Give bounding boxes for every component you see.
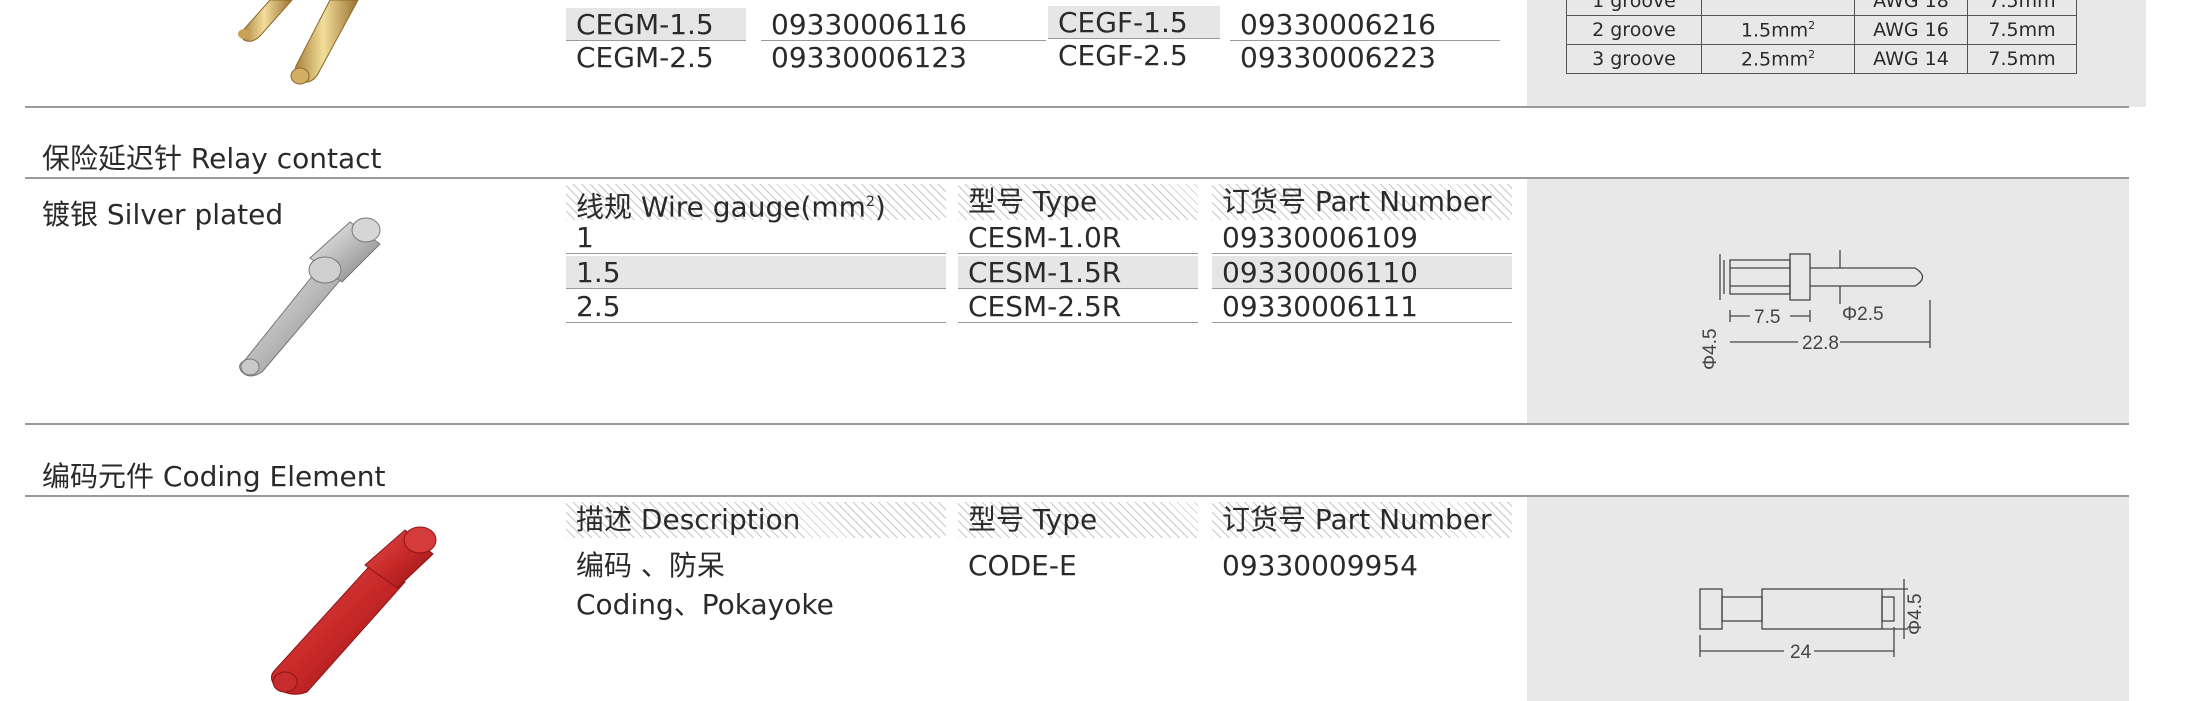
red-coding-element-image [271, 526, 437, 695]
female-type-cell: CEGF-2.5 [1058, 39, 1188, 72]
description-cn-cell: 编码 、防呆 [576, 549, 725, 582]
male-type-cell: CEGM-1.5 [566, 8, 746, 41]
male-part-cell: 09330006116 [761, 8, 1046, 41]
male-type-cell: CEGM-2.5 [576, 41, 714, 74]
female-type-cell: CEGF-1.5 [1048, 6, 1220, 39]
area-value: 2.5mm [1740, 48, 1809, 71]
part-number-cell: 09330006111 [1212, 290, 1512, 323]
description-en-cell: Coding、Pokayoke [576, 588, 834, 621]
length-cell: 7.5mm [1967, 15, 2077, 45]
female-part-cell: 09330006216 [1230, 8, 1500, 41]
coding-section-title: 编码元件 Coding Element [42, 460, 386, 493]
relay-section-title: 保险延迟针 Relay contact [42, 142, 382, 175]
dim-dia-4-5: Φ4.5 [1905, 593, 1926, 635]
area-cell [1701, 0, 1855, 16]
type-cell: CESM-1.0R [958, 221, 1198, 254]
part-number-cell: 09330009954 [1222, 549, 1418, 582]
area-sup: 2 [1808, 18, 1816, 32]
wire-gauge-cell: 1 [566, 221, 946, 254]
groove-cell: 2 groove [1566, 15, 1702, 45]
type-cell: CESM-2.5R [958, 290, 1198, 323]
female-part-cell: 09330006223 [1240, 41, 1436, 74]
wire-gauge-header-text: 线规 Wire gauge(mm [576, 190, 866, 224]
awg-cell: AWG 14 [1854, 44, 1968, 74]
part-number-cell: 09330006109 [1212, 221, 1512, 254]
area-cell: 2.5mm2 [1701, 44, 1855, 74]
section-divider [25, 106, 2129, 108]
part-number-cell: 09330006110 [1212, 256, 1512, 289]
type-header: 型号 Type [958, 502, 1198, 538]
wire-gauge-header-end: ) [874, 190, 886, 224]
part-number-header: 订货号 Part Number [1212, 184, 1512, 220]
table-row: 2 groove 1.5mm2 AWG 16 7.5mm [1566, 15, 2077, 45]
area-value: 1.5mm [1740, 19, 1809, 42]
part-number-header: 订货号 Part Number [1212, 502, 1512, 538]
area-sup: 2 [1808, 47, 1816, 61]
groove-cell: 3 groove [1566, 44, 1702, 74]
type-header: 型号 Type [958, 184, 1198, 220]
wire-gauge-header-sup: 2 [865, 194, 875, 210]
area-cell: 1.5mm2 [1701, 15, 1855, 45]
dim-24: 24 [1790, 642, 1812, 663]
dim-dia-4-5: Φ4.5 [1700, 328, 1721, 370]
gold-contact-pins-image [238, 0, 359, 85]
groove-spec-table: 1 groove AWG 18 7.5mm 2 groove 1.5mm2 AW… [1566, 0, 2077, 74]
dim-7-5: 7.5 [1754, 307, 1780, 328]
wire-gauge-cell: 2.5 [566, 290, 946, 323]
description-header: 描述 Description [566, 502, 946, 538]
groove-cell: 1 groove [1566, 0, 1702, 16]
type-cell: CODE-E [968, 549, 1077, 582]
length-cell: 7.5mm [1967, 44, 2077, 74]
table-row: 1 groove AWG 18 7.5mm [1566, 0, 2077, 16]
silver-relay-pin-image [239, 217, 381, 377]
table-row: 3 groove 2.5mm2 AWG 14 7.5mm [1566, 44, 2077, 74]
awg-cell: AWG 16 [1854, 15, 1968, 45]
relay-pin-drawing: 7.5 Φ2.5 22.8 Φ4.5 [1700, 250, 1931, 370]
coding-element-drawing: 24 Φ4.5 [1699, 579, 1926, 663]
type-cell: CESM-1.5R [958, 256, 1198, 289]
dim-dia-2-5: Φ2.5 [1842, 304, 1884, 325]
wire-gauge-header: 线规 Wire gauge(mm2) [566, 184, 946, 224]
male-part-cell: 09330006123 [771, 41, 967, 74]
length-cell: 7.5mm [1967, 0, 2077, 16]
dim-22-8: 22.8 [1802, 333, 1839, 354]
awg-cell: AWG 18 [1854, 0, 1968, 16]
wire-gauge-cell: 1.5 [566, 256, 946, 289]
section-divider [25, 423, 2129, 425]
